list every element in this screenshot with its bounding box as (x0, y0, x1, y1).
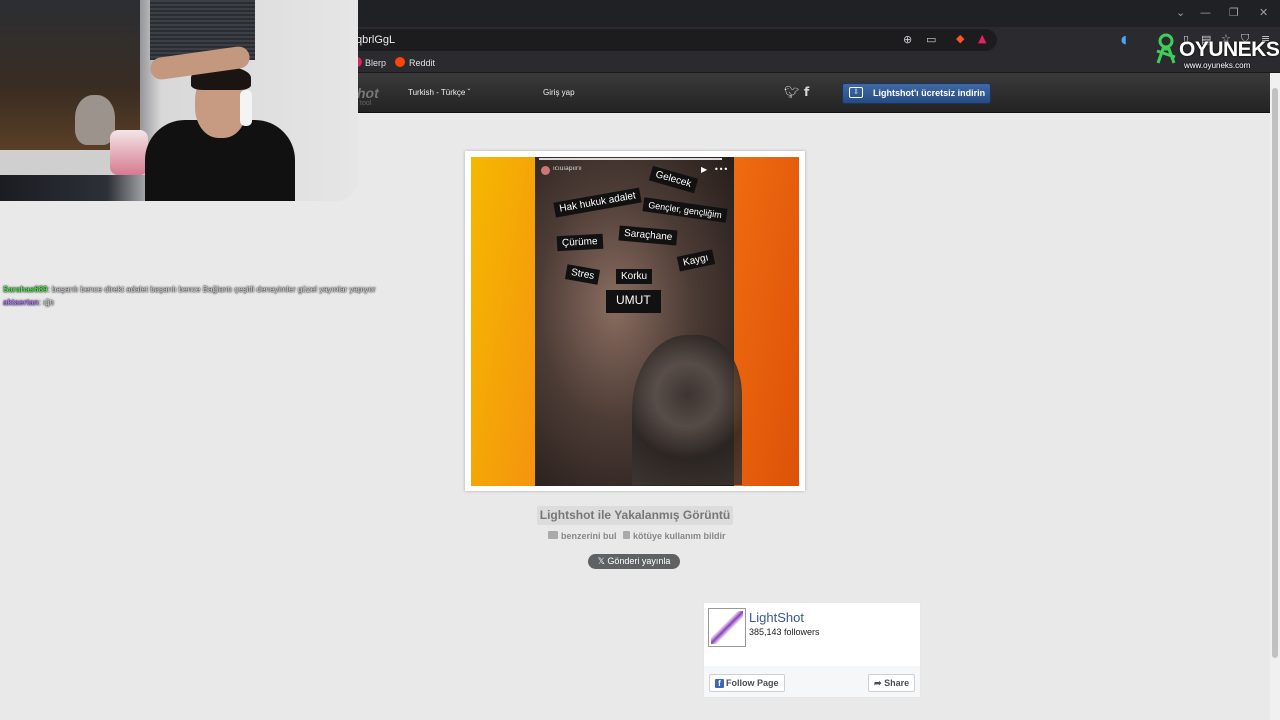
facebook-icon[interactable]: f (804, 85, 809, 99)
restore-icon[interactable]: ❐ (1229, 6, 1239, 19)
oyuneks-logo: OYUNEKS (1179, 38, 1280, 61)
webcam-cat (75, 95, 115, 145)
report-abuse-link[interactable]: kötüye kullanım bildir (633, 531, 726, 541)
chat-username: aktaertan (3, 298, 39, 307)
find-similar-link[interactable]: benzerini bul (561, 531, 617, 541)
story-account-name: ıcıuıapıırıı (553, 165, 582, 172)
language-select[interactable]: Turkish - Türkçe ˇ (408, 88, 470, 97)
webcam-cup (110, 130, 148, 175)
story-progress-bar (539, 158, 722, 160)
camera-icon (548, 531, 558, 539)
image-caption: Lightshot ile Yakalanmış Görüntü (537, 506, 733, 525)
bookmark-reddit[interactable]: Reddit (409, 58, 435, 68)
flag-icon (623, 531, 630, 539)
download-icon: ⇩ (849, 87, 863, 98)
audio-icon[interactable]: ◖ (1121, 34, 1127, 45)
more-options-icon: ••• (714, 165, 729, 174)
facebook-icon: f (715, 679, 724, 688)
share-label: Share (884, 678, 910, 688)
play-icon: ▶ (701, 165, 708, 174)
address-bar[interactable] (300, 29, 997, 51)
chat-text: : ığtı (38, 298, 55, 307)
lightshot-logo-sub: tool (360, 100, 372, 107)
chat-text: : başarılı bence direkt adalet başarılı … (47, 285, 376, 294)
twitter-icon[interactable]: 🐦︎ (784, 85, 799, 99)
chat-message: Sarahas689: başarılı bence direkt adalet… (3, 285, 376, 294)
tab-search-icon[interactable]: ⌄ (1176, 6, 1185, 19)
webcam-headset (240, 90, 252, 126)
scrollbar-thumb[interactable] (1272, 88, 1278, 658)
facebook-page-name[interactable]: LightShot (749, 610, 804, 625)
oyuneks-url: www.oyuneks.com (1184, 61, 1251, 70)
chevron-down-icon: ˇ (467, 88, 471, 97)
story-tag: Korku (616, 269, 653, 284)
download-button[interactable]: Lightshot'ı ücretsiz indirin (842, 83, 991, 104)
follow-page-button[interactable]: f Follow Page (709, 674, 785, 692)
chat-username: Sarahas689 (3, 285, 48, 294)
share-icon: ➦ (874, 678, 882, 688)
webcam-overlay (0, 0, 358, 201)
x-icon: 𝕏 (597, 556, 605, 566)
story-tag: Çürüme (556, 233, 603, 252)
facebook-followers-count: 385,143 followers (749, 627, 820, 637)
cast-icon[interactable]: ▭ (926, 34, 936, 45)
reddit-icon (395, 57, 405, 67)
brave-shield-icon[interactable]: ◆ (956, 33, 964, 44)
zoom-icon[interactable]: ⊕ (903, 34, 912, 45)
oyuneks-mascot-icon (1156, 33, 1176, 64)
feather-icon (711, 611, 743, 644)
story-tag: UMUT (606, 290, 661, 313)
bookmark-blerp[interactable]: Blerp (365, 58, 386, 68)
language-label: Turkish - Türkçe (408, 88, 466, 97)
minimize-icon[interactable]: — (1200, 6, 1211, 19)
lightshot-logo[interactable]: hot (357, 85, 379, 101)
share-button[interactable]: ➦ Share (868, 674, 916, 692)
webcam-window (0, 0, 140, 150)
url-text[interactable]: qbrlGgL (356, 34, 395, 46)
login-link[interactable]: Giriş yap (543, 88, 575, 97)
story-avatar (541, 166, 550, 175)
post-button-label: Gönderi yayınla (607, 556, 671, 566)
post-button[interactable]: 𝕏 Gönderi yayınla (588, 554, 680, 569)
chat-message: aktaertan: ığtı (3, 298, 54, 307)
follow-page-label: Follow Page (726, 678, 779, 688)
close-icon[interactable]: ✕ (1259, 6, 1268, 19)
tattoo-arm (632, 335, 742, 485)
brave-rewards-icon[interactable]: ▲ (978, 33, 986, 44)
